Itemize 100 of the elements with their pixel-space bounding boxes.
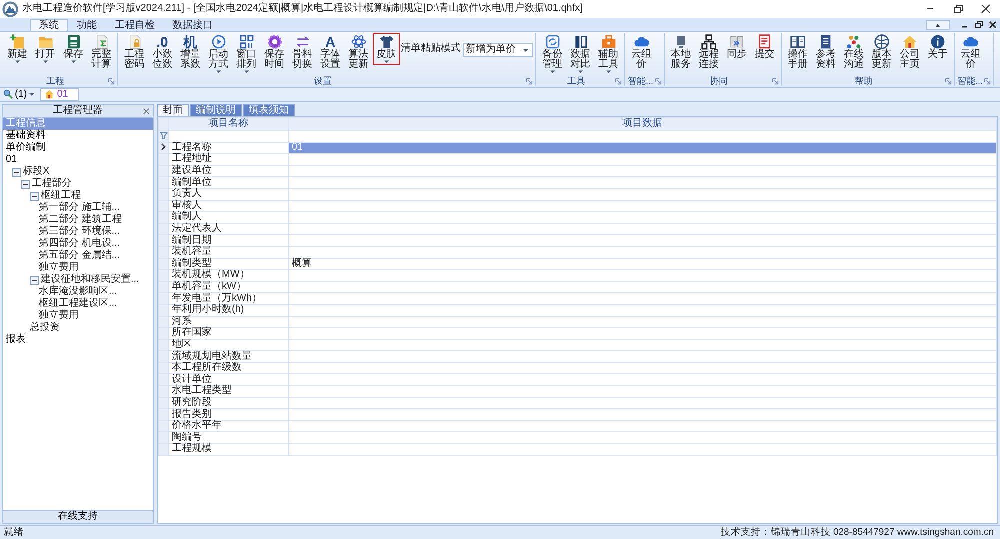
group-label: 智能... (628, 76, 654, 86)
ribbon-button[interactable]: 新建 (4, 33, 31, 65)
ribbon-button[interactable]: A 字体设置 (317, 33, 344, 71)
ribbon-button[interactable]: 本地服务 (668, 33, 695, 71)
restore-icon[interactable] (952, 4, 964, 14)
tree-item[interactable]: 枢纽工程 (41, 190, 81, 202)
tree-item[interactable]: 独立费用 (39, 310, 79, 322)
tree-item[interactable]: 总投资 (30, 322, 60, 334)
table-cell: 编制人 (168, 212, 288, 224)
status-text: 就绪 (4, 526, 24, 538)
tree-item[interactable]: 第三部分 环境保... (39, 226, 120, 238)
ribbon-button[interactable]: 公司主页 (896, 33, 924, 71)
support-button[interactable]: 在线支持 (3, 510, 153, 523)
icon-glyph: .0 (156, 34, 168, 50)
ribbon-button[interactable]: 云组价 (958, 33, 985, 71)
collapse-icon[interactable] (30, 192, 39, 200)
dialog-launcher-icon[interactable] (944, 78, 952, 84)
mdi-close-icon[interactable] (988, 20, 998, 30)
paste-mode-label: 清单粘贴模式 (401, 43, 461, 55)
ribbon-button[interactable]: 数据对比 (567, 33, 594, 75)
table-cell: 年发电量（万kWh） (168, 292, 288, 304)
ribbon-button[interactable]: 提交 (752, 33, 779, 61)
ribbon-button[interactable]: 操作手册 (784, 33, 812, 71)
ribbon-button[interactable]: 工程密码 (121, 33, 148, 71)
dialog-launcher-icon[interactable] (654, 78, 662, 84)
ribbon-button[interactable]: 窗口排列 (233, 33, 260, 75)
filter-icon[interactable] (160, 132, 168, 140)
group-label: 工具 (566, 76, 586, 86)
ribbon-button[interactable]: 在线沟通 (840, 33, 868, 71)
panel-title: 工程管理器 (53, 105, 103, 117)
dialog-launcher-icon[interactable] (108, 78, 115, 84)
tree-item[interactable]: 第一部分 施工辅... (39, 202, 120, 214)
tree-item[interactable]: 建设征地和移民安置... (41, 274, 140, 286)
sheet-tab[interactable]: 编制说明 (190, 104, 242, 116)
ribbon-button[interactable]: 关于 (924, 33, 952, 61)
sidebar-item[interactable]: 报表 (3, 334, 153, 346)
ribbon-button[interactable]: 骨料切换 (289, 33, 316, 71)
ribbon-button[interactable]: 算法更新 (345, 33, 372, 71)
ribbon-button[interactable]: 参考资料 (812, 33, 840, 71)
ribbon-button[interactable]: 远程连接 (696, 33, 723, 71)
ribbon-button[interactable]: 打开 (32, 33, 59, 65)
paste-mode-dropdown[interactable]: 新增为单价 (463, 43, 533, 57)
ribbon-button[interactable]: 保存时间 (261, 33, 288, 71)
sheet-tab[interactable]: 封面 (157, 104, 189, 116)
tree-item[interactable]: 第四部分 机电设... (39, 238, 120, 250)
tree-item[interactable]: 第五部分 金属结... (39, 250, 120, 262)
ribbon-tab[interactable]: 系统 (30, 19, 68, 31)
mdi-restore-icon[interactable] (974, 20, 984, 30)
ribbon-button[interactable]: 皮肤 (373, 33, 400, 65)
ribbon-tab[interactable]: 工程自检 (106, 19, 164, 31)
collapse-ribbon-icon[interactable] (926, 20, 950, 30)
ribbon-tab[interactable]: 数据接口 (164, 19, 222, 31)
swap-arrows-icon (294, 34, 310, 50)
table-cell: 研究阶段 (168, 397, 288, 409)
table-cell: 编制日期 (168, 234, 288, 246)
sheet-tab[interactable]: 填表须知 (243, 104, 295, 116)
group-label: 设置 (313, 76, 333, 86)
close-icon[interactable] (980, 4, 992, 14)
ribbon-button[interactable]: 启动方式 (205, 33, 232, 75)
ribbon-button[interactable]: 完整计算 (88, 33, 115, 71)
sidebar-item[interactable]: 01 (3, 154, 153, 166)
table-cell: 水电工程类型 (168, 386, 288, 398)
ribbon-button[interactable]: .0 小数位数 (149, 33, 176, 71)
column-header: 项目名称 (168, 118, 288, 130)
icon-glyph: A (325, 34, 336, 50)
tree-item[interactable]: 枢纽工程建设区... (39, 298, 118, 310)
collapse-icon[interactable] (30, 276, 39, 284)
sidebar-item[interactable]: 单价编制 (3, 142, 153, 154)
ribbon-button[interactable]: 辅助工具 (595, 33, 622, 75)
ribbon-button[interactable]: 云组价 (628, 33, 655, 71)
tree-item[interactable]: 独立费用 (39, 262, 79, 274)
sidebar-item[interactable]: 基础资料 (3, 130, 153, 142)
ribbon-button[interactable]: 同步 (724, 33, 751, 61)
tree-item[interactable]: 第二部分 建筑工程 (39, 214, 122, 226)
document-tab[interactable]: 01 (40, 88, 80, 101)
table-cell: 编制类型 (168, 258, 288, 270)
tree-item[interactable]: 工程部分 (32, 178, 72, 190)
table-cell: 建设单位 (168, 165, 288, 177)
table-cell: 装机规模（MW） (168, 270, 288, 282)
columns-icon (572, 34, 588, 50)
table-cell: 概算 (288, 258, 996, 270)
table-cell: 本工程所在级数 (168, 362, 288, 374)
zoom-button[interactable]: (1) (3, 88, 36, 100)
collapse-icon[interactable] (21, 180, 30, 188)
dialog-launcher-icon[interactable] (526, 78, 533, 84)
ribbon-button[interactable]: 保存 (60, 33, 87, 65)
tree-item[interactable]: 水库淹没影响区... (39, 286, 118, 298)
table-cell: 负责人 (168, 188, 288, 200)
ribbon-button[interactable]: 机 增量系数 (177, 33, 204, 71)
table-cell: 编制单位 (168, 176, 288, 188)
dialog-launcher-icon[interactable] (772, 78, 779, 84)
atom-icon (350, 34, 366, 50)
tree-item[interactable]: 标段X (23, 166, 50, 178)
dialog-launcher-icon[interactable] (984, 78, 992, 84)
table-cell: 陶编号 (168, 432, 288, 444)
ribbon-button[interactable]: 版本更新 (868, 33, 896, 71)
ribbon-tab[interactable]: 功能 (68, 19, 106, 31)
ribbon-button[interactable]: 备份管理 (539, 33, 566, 75)
collapse-icon[interactable] (12, 168, 21, 176)
dialog-launcher-icon[interactable] (615, 78, 622, 84)
